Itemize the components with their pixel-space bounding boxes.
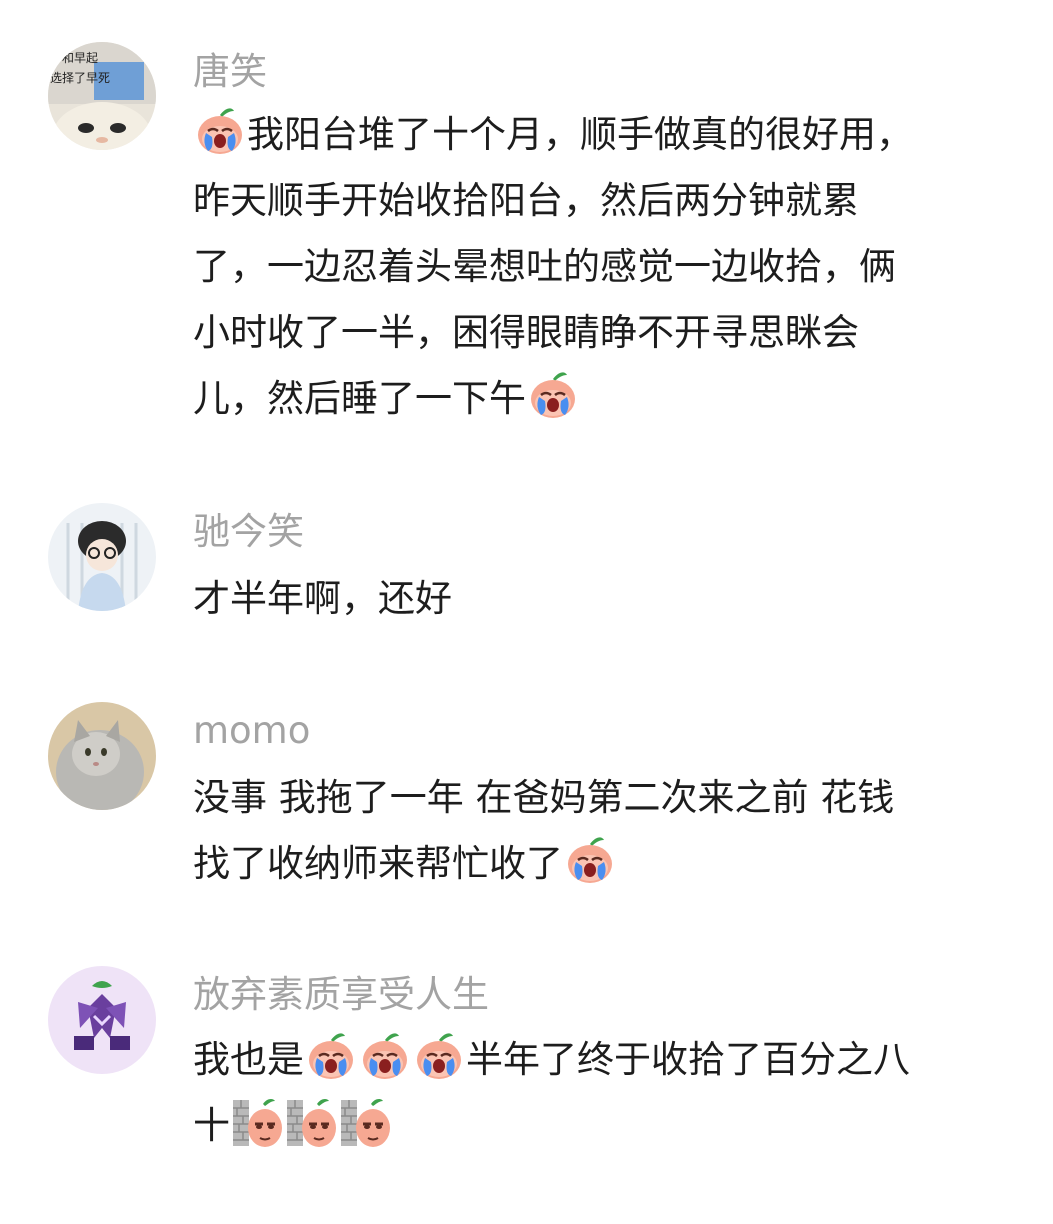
crying-emoji-icon	[359, 1030, 411, 1082]
comment-text: 才半年啊，还好	[193, 566, 993, 632]
crying-emoji-icon	[564, 834, 616, 886]
comment-text-segment: 十	[193, 1104, 230, 1147]
wall-peek-emoji-icon	[231, 1096, 283, 1148]
comment-line: 找了收纳师来帮忙收了	[193, 831, 993, 897]
comment-text-segment: 找了收纳师来帮忙收了	[193, 842, 563, 885]
crying-emoji-icon	[527, 369, 579, 421]
user-avatar[interactable]	[48, 702, 156, 810]
comment-text-segment: 半年了终于收拾了百分之八	[466, 1038, 910, 1081]
comment-line: 我也是 半年了终于收拾了百分之八	[193, 1027, 993, 1093]
user-avatar[interactable]	[48, 503, 156, 611]
comment-line: 昨天顺手开始收拾阳台，然后两分钟就累	[193, 179, 859, 222]
username[interactable]: 唐笑	[193, 50, 267, 94]
comment-line: 我阳台堆了十个月，顺手做真的很好用，	[193, 102, 993, 168]
comment-text-segment: 我阳台堆了十个月，顺手做真的很好用，	[247, 113, 913, 156]
comment-text: 我也是 半年了终于收拾了百分之八 十	[193, 1027, 993, 1159]
username[interactable]: 驰今笑	[193, 510, 304, 554]
wall-peek-emoji-icon	[339, 1096, 391, 1148]
comment-line: 了，一边忍着头晕想吐的感觉一边收拾，俩	[193, 245, 896, 288]
avatar-caption-line2: 选择了早死	[50, 71, 110, 85]
comment-line: 儿，然后睡了一下午	[193, 366, 993, 432]
comment-text: 我阳台堆了十个月，顺手做真的很好用， 昨天顺手开始收拾阳台，然后两分钟就累 了，…	[193, 102, 993, 432]
comment-text: 没事 我拖了一年 在爸妈第二次来之前 花钱 找了收纳师来帮忙收了	[193, 765, 993, 897]
username[interactable]: momo	[193, 709, 310, 753]
comment-line: 小时收了一半，困得眼睛睁不开寻思眯会	[193, 311, 859, 354]
crying-emoji-icon	[194, 105, 246, 157]
comment-text-segment: 儿，然后睡了一下午	[193, 377, 526, 420]
user-avatar[interactable]: 和早起 选择了早死	[48, 42, 156, 150]
crying-emoji-icon	[413, 1030, 465, 1082]
comment-line: 十	[193, 1093, 993, 1159]
user-avatar[interactable]	[48, 966, 156, 1074]
comment-line: 才半年啊，还好	[193, 577, 452, 620]
avatar-caption-line1: 和早起	[62, 51, 98, 65]
crying-emoji-icon	[305, 1030, 357, 1082]
comment-line: 没事 我拖了一年 在爸妈第二次来之前 花钱	[193, 776, 895, 819]
wall-peek-emoji-icon	[285, 1096, 337, 1148]
comment-text-segment: 我也是	[193, 1038, 304, 1081]
username[interactable]: 放弃素质享受人生	[193, 973, 489, 1017]
